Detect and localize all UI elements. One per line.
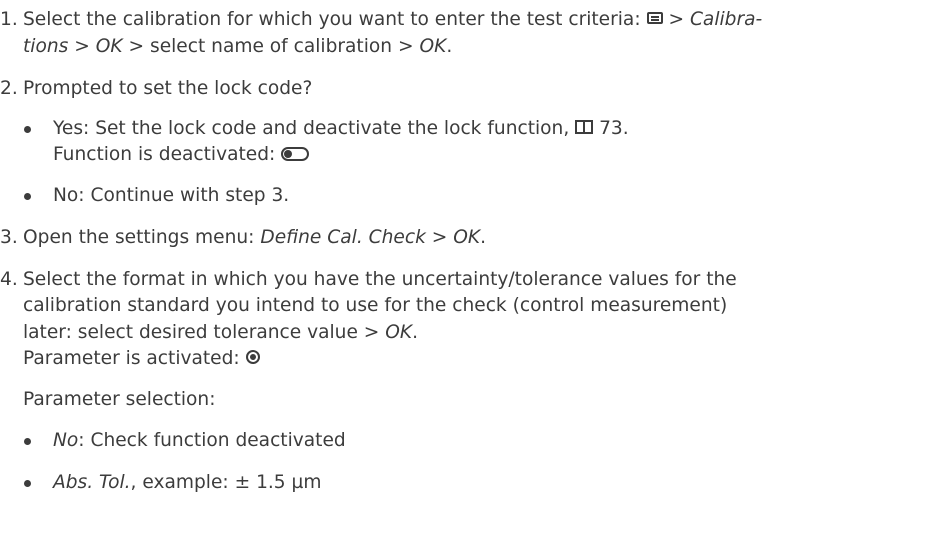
step-1-number: 1. — [0, 9, 18, 30]
step-3-number: 3. — [0, 227, 18, 248]
option-abs-tol-desc: , example: ± 1.5 µm — [130, 472, 322, 493]
step-4-line-1: Select the format in which you have the … — [23, 269, 737, 290]
step-3-text: Open the settings menu: — [23, 227, 255, 248]
option-no-desc: : Check function deactivated — [78, 430, 346, 451]
menu-icon — [646, 11, 663, 24]
bullet-dot — [24, 126, 31, 133]
option-abs-tol: Abs. Tol., example: ± 1.5 µm — [53, 471, 322, 495]
step-4-select-tolerance: later: select desired tolerance value > — [23, 322, 380, 343]
step-1-sep-2: > — [74, 36, 90, 57]
step-1-sep: > — [668, 9, 685, 30]
step-1-calibrations-a: Calibra- — [689, 9, 763, 30]
step-3-ok: OK — [453, 227, 481, 248]
step-2-yes-text: Yes: Set the lock code and deactivate th… — [53, 118, 570, 139]
step-1-text: Select the calibration for which you wan… — [23, 9, 641, 30]
step-2-page-ref: 73. — [599, 118, 629, 139]
step-1-calibrations-b: tions — [23, 36, 69, 57]
step-2-yes-line-1: Yes: Set the lock code and deactivate th… — [53, 117, 629, 141]
parameter-selection-heading: Parameter selection: — [23, 389, 216, 410]
option-abs-tol-label: Abs. Tol. — [53, 472, 131, 493]
step-4-number: 4. — [0, 269, 18, 290]
bullet-dot — [24, 193, 31, 200]
step-2-number: 2. — [0, 78, 18, 99]
step-3-sep: > — [431, 227, 448, 248]
step-2-yes-line-2: Function is deactivated: — [53, 143, 310, 167]
book-icon — [575, 119, 594, 134]
step-1-ok-2: OK — [419, 36, 447, 57]
step-4-line-4: Parameter is activated: — [23, 347, 260, 371]
step-2-text: Prompted to set the lock code? — [23, 78, 313, 99]
step-4-line-3: later: select desired tolerance value > … — [23, 321, 418, 345]
step-1-line-2: tions > OK > select name of calibration … — [23, 35, 452, 59]
step-4-activated-text: Parameter is activated: — [23, 348, 240, 369]
radio-selected-icon — [245, 349, 260, 364]
step-3-define-cal-check: Define Cal. Check — [260, 227, 426, 248]
step-2-deactivated-text: Function is deactivated: — [53, 144, 276, 165]
option-no-label: No — [53, 430, 79, 451]
step-1-period: . — [446, 36, 453, 57]
option-no: No: Check function deactivated — [53, 429, 346, 453]
step-1-select-name: > select name of calibration > — [128, 36, 414, 57]
step-4-ok: OK — [385, 322, 413, 343]
step-3-period: . — [480, 227, 487, 248]
bullet-dot — [24, 480, 31, 487]
manual-page: 1. Select the calibration for which you … — [0, 0, 940, 544]
step-1-line-1: Select the calibration for which you wan… — [23, 8, 762, 32]
toggle-off-icon — [281, 146, 310, 161]
step-2-no-text: No: Continue with step 3. — [53, 185, 290, 206]
step-4-period: . — [412, 322, 419, 343]
step-1-ok-1: OK — [95, 36, 123, 57]
step-4-line-2: calibration standard you intend to use f… — [23, 295, 728, 316]
bullet-dot — [24, 438, 31, 445]
step-3-line: Open the settings menu: Define Cal. Chec… — [23, 226, 486, 250]
